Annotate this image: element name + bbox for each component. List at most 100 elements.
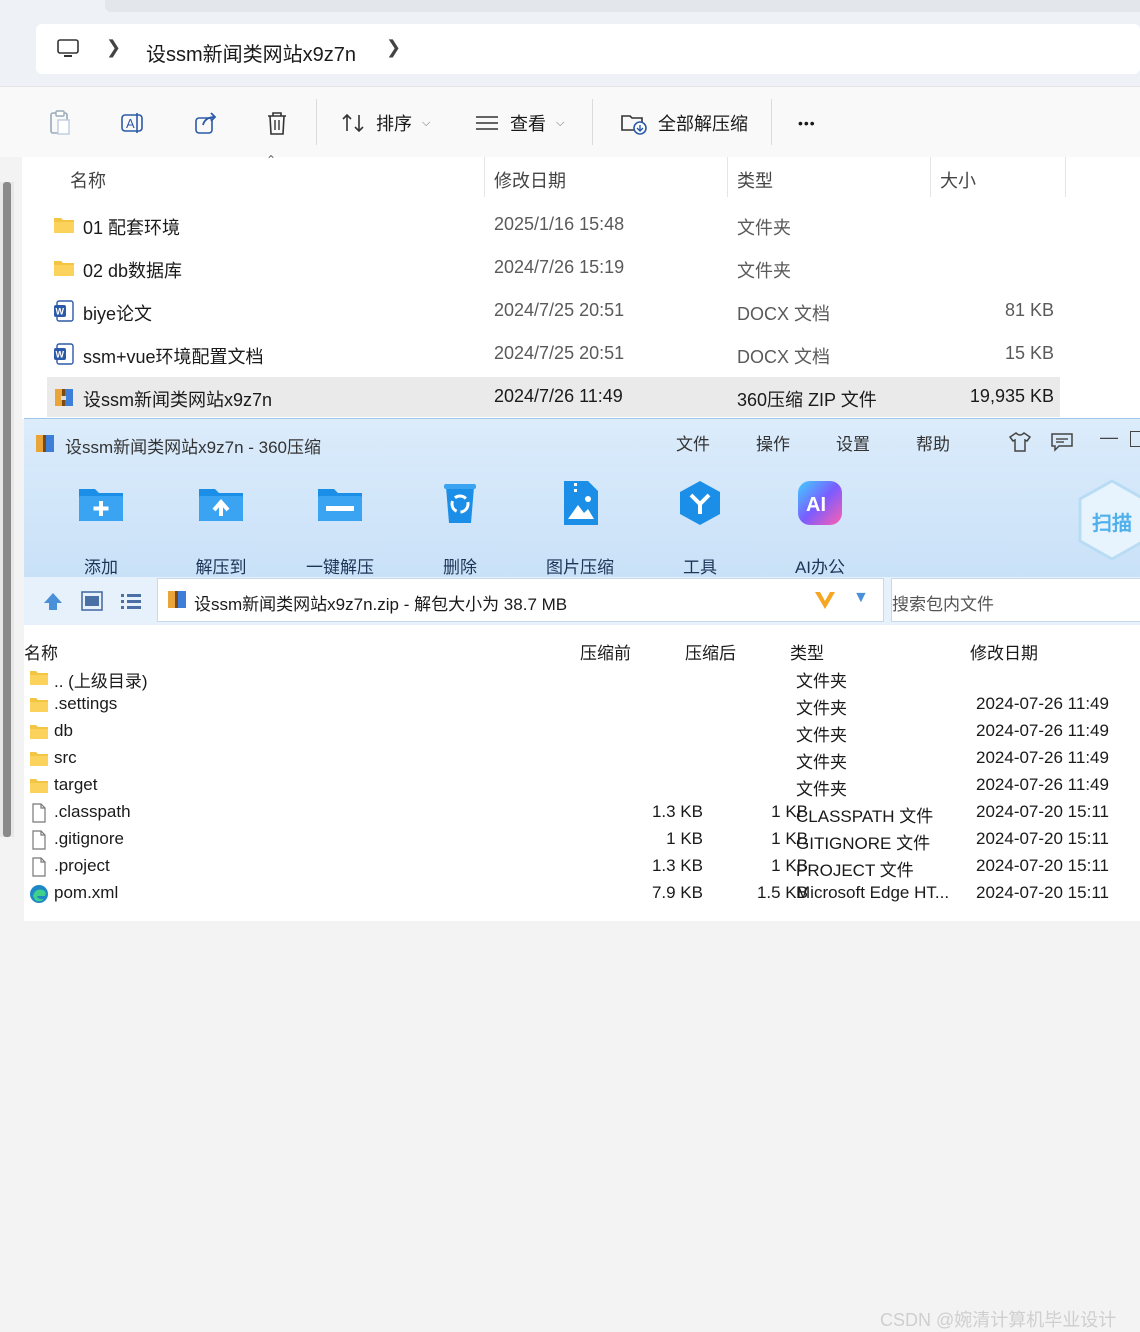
extract-to-label: 解压到: [195, 558, 247, 577]
list-view-icon[interactable]: [120, 591, 142, 611]
edge-icon: [29, 884, 49, 904]
archive-file-type: 文件夹: [796, 780, 847, 799]
minimize-icon[interactable]: —: [1100, 427, 1118, 448]
file-type: DOCX 文档: [737, 304, 831, 324]
scrollbar-thumb[interactable]: [3, 182, 11, 837]
archive-file-date: 2024-07-20 15:11: [976, 802, 1109, 821]
tools-label: 工具: [683, 558, 717, 577]
v-logo-icon[interactable]: [813, 589, 837, 611]
archive-file-name: db: [54, 721, 73, 740]
add-label: 添加: [84, 558, 118, 577]
view-button[interactable]: 查看 ⌵: [474, 109, 564, 137]
archive-file-type: 文件夹: [796, 753, 847, 772]
menu-help[interactable]: 帮助: [916, 430, 950, 455]
extract-folder-icon: [199, 489, 243, 521]
address-bar[interactable]: ❯ 设ssm新闻类网站x9z7n ❯: [36, 24, 1140, 74]
file-row[interactable]: 01 配套环境 2025/1/16 15:48 文件夹: [47, 205, 1060, 245]
column-divider[interactable]: [727, 157, 728, 197]
this-pc-icon[interactable]: [56, 38, 80, 60]
sort-ascending-icon: ⌃: [266, 153, 277, 167]
ai-office-icon: AI: [798, 481, 842, 525]
archive-row[interactable]: .project 1.3 KB 1 KB PROJECT 文件 2024-07-20 1…: [24, 854, 1140, 881]
archive-file-type: PROJECT 文件: [796, 861, 914, 880]
column-divider[interactable]: [1065, 157, 1066, 197]
scan-button[interactable]: 扫描: [1078, 479, 1140, 561]
more-options-button[interactable]: •••: [798, 109, 816, 137]
image-compress-label: 图片压缩: [546, 558, 614, 577]
archive-row[interactable]: db 文件夹 2024-07-26 11:49: [24, 719, 1140, 746]
column-type[interactable]: 类型: [737, 167, 773, 193]
column-size[interactable]: 大小: [940, 167, 976, 193]
file-row-selected[interactable]: 设ssm新闻类网站x9z7n 2024/7/26 11:49 360压缩 ZIP…: [47, 377, 1060, 417]
column-size-after[interactable]: 压缩后: [685, 639, 736, 664]
folder-icon: [54, 261, 74, 276]
archive-path-box[interactable]: 设ssm新闻类网站x9z7n.zip - 解包大小为 38.7 MB ▼: [157, 578, 884, 622]
column-date[interactable]: 修改日期: [494, 167, 566, 193]
zip-titlebar[interactable]: 设ssm新闻类网站x9z7n - 360压缩 文件 操作 设置 帮助 —: [24, 419, 1140, 467]
tab-strip: [105, 0, 1140, 12]
archive-file-type: GITIGNORE 文件: [796, 834, 931, 853]
archive-file-name: src: [54, 748, 77, 767]
archive-size-before: 7.9 KB: [651, 883, 703, 902]
file-type: 文件夹: [737, 261, 791, 281]
menu-file[interactable]: 文件: [676, 430, 710, 455]
toolbar-divider: [592, 99, 593, 145]
file-name: 设ssm新闻类网站x9z7n: [83, 390, 273, 410]
archive-row[interactable]: src 文件夹 2024-07-26 11:49: [24, 746, 1140, 773]
column-divider[interactable]: [484, 157, 485, 197]
archive-file-date: 2024-07-20 15:11: [976, 883, 1109, 902]
feedback-icon[interactable]: [1050, 432, 1074, 452]
search-placeholder: 搜索包内文件: [892, 595, 994, 614]
breadcrumb-current[interactable]: 设ssm新闻类网站x9z7n: [146, 38, 356, 67]
sort-button[interactable]: 排序 ⌵: [340, 109, 430, 137]
up-arrow-icon[interactable]: [42, 590, 64, 612]
delete-button[interactable]: [264, 109, 290, 137]
extract-all-icon: [621, 115, 647, 135]
share-button[interactable]: [193, 109, 219, 137]
folder-icon: [29, 695, 49, 715]
column-name[interactable]: 名称: [70, 167, 106, 193]
maximize-icon[interactable]: [1130, 431, 1140, 447]
column-type[interactable]: 类型: [790, 639, 824, 664]
svg-text:W: W: [56, 307, 65, 317]
zip-archive-icon: [168, 591, 186, 608]
trash-icon: [268, 112, 286, 135]
column-size-before[interactable]: 压缩前: [580, 639, 631, 664]
archive-row[interactable]: .settings 文件夹 2024-07-26 11:49: [24, 692, 1140, 719]
column-modified[interactable]: 修改日期: [970, 639, 1038, 664]
menu-operation[interactable]: 操作: [756, 430, 790, 455]
zip-navbar: 设ssm新闻类网站x9z7n.zip - 解包大小为 38.7 MB ▼ 搜索包…: [24, 577, 1140, 625]
skin-shirt-icon[interactable]: [1008, 431, 1032, 453]
thumbnail-view-icon[interactable]: [81, 591, 103, 611]
archive-row[interactable]: target 文件夹 2024-07-26 11:49: [24, 773, 1140, 800]
file-row[interactable]: W biye论文 2024/7/25 20:51 DOCX 文档 81 KB: [47, 291, 1060, 331]
file-row[interactable]: 02 db数据库 2024/7/26 15:19 文件夹: [47, 248, 1060, 288]
zip-window: 设ssm新闻类网站x9z7n - 360压缩 文件 操作 设置 帮助 — 添加 …: [24, 418, 1140, 1330]
archive-column-header: 名称 压缩前 压缩后 类型 修改日期: [24, 637, 1140, 665]
file-name: biye论文: [83, 304, 153, 324]
menu-settings[interactable]: 设置: [836, 430, 870, 455]
paste-button[interactable]: [48, 109, 72, 137]
file-row[interactable]: W ssm+vue环境配置文档 2024/7/25 20:51 DOCX 文档 …: [47, 334, 1060, 374]
rename-button[interactable]: A: [120, 109, 146, 137]
file-size: 15 KB: [1004, 343, 1054, 363]
archive-search-input[interactable]: 搜索包内文件: [891, 578, 1140, 622]
archive-file-name: .settings: [54, 694, 118, 713]
column-divider[interactable]: [930, 157, 931, 197]
archive-row[interactable]: pom.xml 7.9 KB 1.5 KB Microsoft Edge HT... 2…: [24, 881, 1140, 908]
explorer-toolbar: A 排序 ⌵ 查看 ⌵ 全部解压缩 •••: [0, 86, 1140, 157]
navigation-pane-scrollbar[interactable]: [0, 182, 14, 837]
column-name[interactable]: 名称: [24, 639, 58, 664]
archive-file-type: Microsoft Edge HT...: [796, 883, 950, 902]
extract-all-button[interactable]: 全部解压缩: [620, 109, 748, 137]
path-dropdown-icon[interactable]: ▼: [853, 589, 869, 607]
add-folder-icon: [79, 489, 123, 521]
chevron-right-icon[interactable]: ❯: [386, 37, 401, 58]
delete-archive-label: 删除: [443, 558, 477, 577]
image-compress-icon: [564, 481, 598, 525]
chevron-right-icon[interactable]: ❯: [106, 37, 121, 58]
archive-row[interactable]: .classpath 1.3 KB 1 KB CLASSPATH 文件 2024-07-…: [24, 800, 1140, 827]
archive-row[interactable]: .gitignore 1 KB 1 KB GITIGNORE 文件 2024-07-20…: [24, 827, 1140, 854]
scan-label: 扫描: [1092, 513, 1132, 535]
archive-row[interactable]: .. (上级目录) 文件夹: [24, 665, 1140, 692]
